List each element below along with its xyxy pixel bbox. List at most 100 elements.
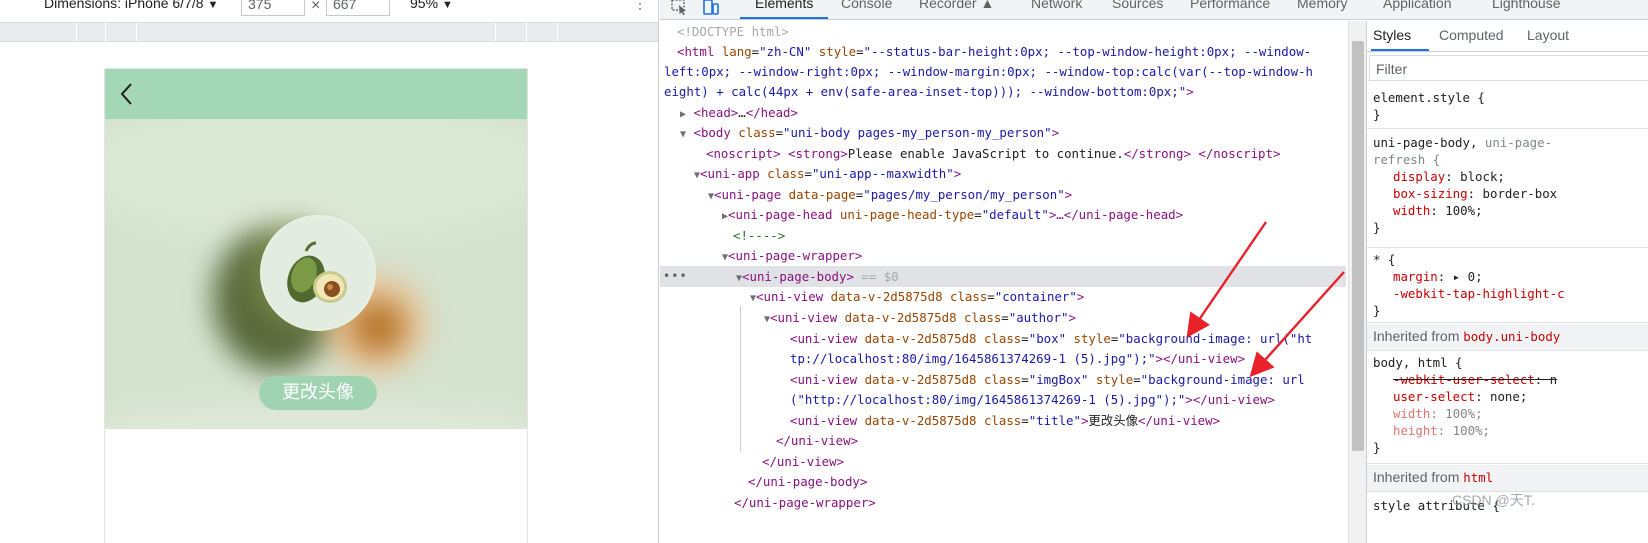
property-name: box-sizing: [1393, 186, 1468, 201]
attr-name: style: [1066, 331, 1111, 346]
dom-node-box-cont: tp://localhost:80/img/1645861374269-1 (5…: [790, 349, 1245, 370]
dom-close-author[interactable]: </uni-view>: [776, 431, 858, 452]
css-property[interactable]: -webkit-tap-highlight-c: [1373, 285, 1643, 302]
ruler-tick: [557, 23, 558, 41]
rule-element-style[interactable]: element.style { }: [1367, 87, 1648, 129]
property-value: : border-box: [1467, 186, 1558, 201]
property-value: : ▸ 0;: [1437, 269, 1483, 284]
attr-value: "pages/my_person/my_person": [863, 187, 1065, 202]
dom-node-uni-page-head[interactable]: ▶<uni-page-head uni-page-head-type="defa…: [722, 205, 1183, 228]
tab-styles[interactable]: Styles: [1373, 27, 1411, 44]
more-options-icon[interactable]: ⋮: [633, 0, 647, 10]
dom-node-title[interactable]: <uni-view data-v-2d5875d8 class="title">…: [790, 411, 1220, 432]
scrollbar-thumb[interactable]: [1352, 41, 1364, 451]
expand-arrow-icon[interactable]: ▶: [680, 109, 686, 120]
dom-close-page-body[interactable]: </uni-page-body>: [748, 472, 867, 493]
node-actions-icon[interactable]: •••: [663, 266, 688, 287]
tag-name: <uni-view: [756, 289, 824, 304]
css-property[interactable]: display: block;: [1373, 168, 1643, 185]
css-property[interactable]: user-select: none;: [1373, 388, 1643, 405]
styles-filter-input[interactable]: Filter: [1369, 55, 1648, 81]
tab-memory[interactable]: Memory: [1297, 0, 1348, 11]
dom-close-container[interactable]: </uni-view>: [762, 452, 844, 473]
tab-performance[interactable]: Performance: [1190, 0, 1270, 11]
attr-name: data-page: [781, 187, 856, 202]
ruler-tick: [76, 23, 77, 41]
dom-node-noscript[interactable]: <noscript> <strong>Please enable JavaScr…: [706, 144, 1280, 165]
tab-application[interactable]: Application: [1383, 0, 1452, 11]
back-chevron-icon[interactable]: [117, 80, 137, 108]
attr-value: "imgBox": [1028, 372, 1089, 387]
tag-name: >: [1051, 125, 1060, 140]
dom-node-html[interactable]: <html lang="zh-CN" style="--status-bar-h…: [677, 42, 1311, 63]
media-query-ruler[interactable]: [0, 22, 658, 42]
rule-uni-page-body[interactable]: uni-page-body, uni-page- refresh { displ…: [1367, 132, 1648, 248]
attr-value: "background-image: url("ht: [1118, 331, 1313, 346]
tag-name: <body: [693, 125, 731, 140]
ruler-tick: [526, 23, 527, 41]
avocado-icon: [262, 217, 374, 329]
css-property[interactable]: box-sizing: border-box: [1373, 185, 1643, 202]
tab-lighthouse[interactable]: Lighthouse: [1492, 0, 1561, 11]
dom-node-uni-page-wrapper[interactable]: ▼<uni-page-wrapper>: [722, 246, 862, 269]
rule-selector: refresh {: [1373, 151, 1643, 168]
device-name: Dimensions: iPhone 6/7/8: [44, 0, 204, 11]
css-property-inactive[interactable]: height: 100%;: [1373, 422, 1643, 439]
dom-node-uni-app[interactable]: ▼<uni-app class="uni-app--maxwidth">: [694, 164, 961, 187]
height-input[interactable]: 667: [326, 0, 390, 16]
device-selector[interactable]: Dimensions: iPhone 6/7/8 ▼: [44, 0, 218, 11]
device-toolbar-icon[interactable]: [701, 0, 721, 16]
css-property[interactable]: margin: ▸ 0;: [1373, 268, 1643, 285]
tag-name: >: [1064, 187, 1073, 202]
zoom-value: 95%: [410, 0, 439, 11]
dom-node-box[interactable]: <uni-view data-v-2d5875d8 class="box" st…: [790, 329, 1312, 350]
rule-universal[interactable]: * { margin: ▸ 0; -webkit-tap-highlight-c…: [1367, 249, 1648, 323]
ruler-tick: [105, 23, 106, 41]
selector-part: refresh {: [1373, 152, 1441, 167]
avatar[interactable]: [260, 215, 376, 331]
tab-computed[interactable]: Computed: [1439, 27, 1504, 44]
dom-node-comment[interactable]: <!---->: [733, 226, 785, 247]
attr-value: "container": [994, 289, 1077, 304]
dom-node-author[interactable]: ▼<uni-view data-v-2d5875d8 class="author…: [764, 308, 1076, 331]
tab-network[interactable]: Network: [1031, 0, 1082, 11]
inspect-element-icon[interactable]: [670, 0, 690, 16]
dom-node-html-cont: left:0px; --window-right:0px; --window-m…: [664, 64, 1314, 79]
dom-node-doctype[interactable]: <!DOCTYPE html>: [677, 22, 789, 43]
attr-value: "uni-app--maxwidth": [811, 166, 954, 181]
collapse-arrow-icon[interactable]: ▼: [680, 129, 686, 140]
width-input[interactable]: 375: [241, 0, 305, 16]
inherited-source-link[interactable]: html: [1463, 470, 1493, 485]
css-property[interactable]: width: 100%;: [1373, 202, 1643, 219]
tab-recorder[interactable]: Recorder ▲: [919, 0, 994, 11]
change-avatar-button[interactable]: 更改头像: [259, 376, 377, 410]
attr-value: "uni-body pages-my_person-my_person": [783, 125, 1052, 140]
dom-node-imgbox[interactable]: <uni-view data-v-2d5875d8 class="imgBox"…: [790, 370, 1305, 391]
selected-marker: == $0: [853, 269, 899, 284]
css-property-overridden[interactable]: -webkit-user-select: n: [1373, 371, 1643, 388]
rule-body-html[interactable]: body, html { -webkit-user-select: n user…: [1367, 352, 1648, 464]
tab-elements[interactable]: Elements: [755, 0, 813, 11]
tab-layout[interactable]: Layout: [1527, 27, 1569, 44]
dom-close-page-wrapper[interactable]: </uni-page-wrapper>: [734, 493, 876, 514]
tab-sources[interactable]: Sources: [1112, 0, 1163, 11]
inherited-source-link[interactable]: body.uni-body: [1463, 329, 1560, 344]
watermark: CSDN @天T.: [1452, 492, 1535, 508]
attr-name: style: [811, 44, 857, 59]
attr-value: "--status-bar-height:0px; --top-window-h…: [863, 44, 1312, 59]
attr-name: class: [759, 166, 805, 181]
tag-name: </uni-view>: [1137, 413, 1221, 428]
zoom-selector[interactable]: 95% ▼: [410, 0, 453, 11]
inherited-label: Inherited from: [1373, 469, 1464, 485]
property-value: : none;: [1475, 389, 1528, 404]
rule-selector: element.style {: [1373, 90, 1485, 105]
attr-value: "background-image: url: [1140, 372, 1305, 387]
tab-console[interactable]: Console: [841, 0, 892, 11]
dom-node-body[interactable]: ▼ <body class="uni-body pages-my_person-…: [680, 123, 1059, 146]
active-tab-indicator: [1371, 49, 1429, 51]
dom-node-container[interactable]: ▼<uni-view data-v-2d5875d8 class="contai…: [750, 287, 1084, 310]
elements-scrollbar[interactable]: [1348, 21, 1366, 543]
attr-value: "author": [1008, 310, 1069, 325]
css-property-inactive[interactable]: width: 100%;: [1373, 405, 1643, 422]
rule-selector: body, html {: [1373, 355, 1463, 370]
